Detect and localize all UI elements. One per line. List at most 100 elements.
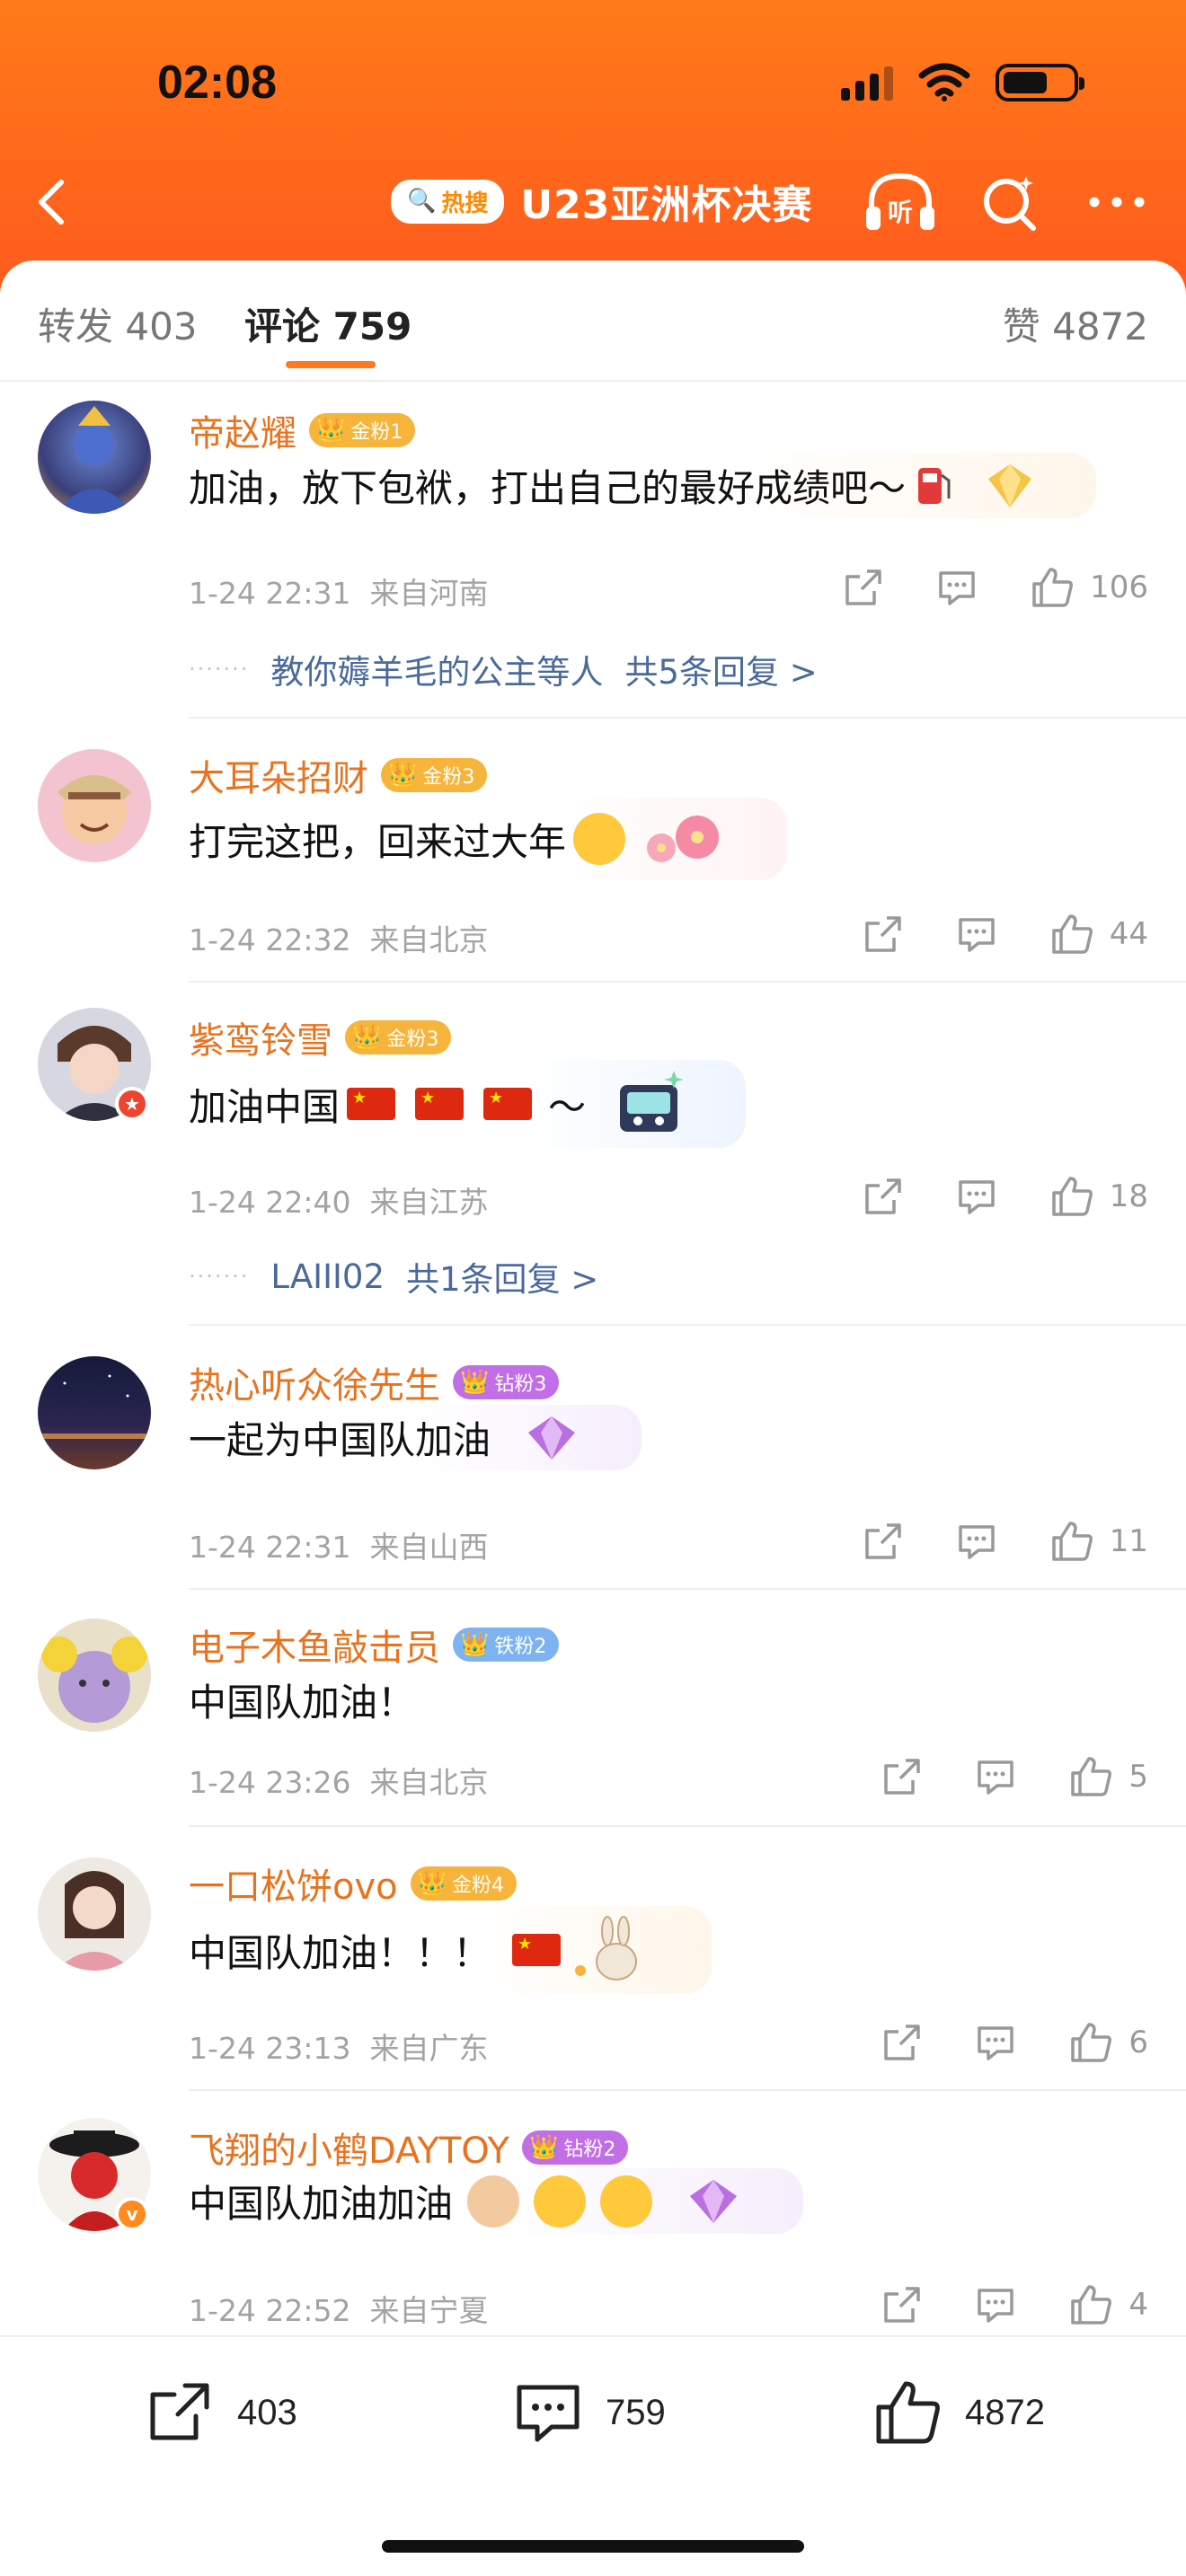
battery-icon [996,64,1084,101]
avatar[interactable] [38,401,151,514]
china-flag-emoji [415,1088,465,1120]
home-indicator [382,2540,804,2553]
repost-button[interactable]: 403 [144,2377,297,2448]
crying-face-emoji [534,2175,587,2228]
like-button[interactable]: 11 [1049,1518,1148,1565]
comment-actions: 6 [881,2019,1148,2066]
reply-icon[interactable] [974,1755,1017,1798]
search-icon[interactable] [978,171,1040,234]
nav-bar: 🔍 热搜 U23亚洲杯决赛 听 [0,162,1186,243]
cassette-decoration [620,1071,685,1132]
cellular-signal-icon [841,65,893,101]
replies-link[interactable]: ······· LAIII02 共1条回复 > [189,1252,598,1301]
reply-icon[interactable] [955,1175,998,1218]
divider [189,717,1186,719]
comment-icon [517,2385,580,2442]
listen-icon[interactable]: 听 [863,169,938,235]
share-icon[interactable] [862,913,905,956]
comment-text: 中国队加油加油 [189,2168,804,2234]
replies-link[interactable]: ······· 教你薅羊毛的公主等人 共5条回复 > [189,645,818,693]
divider [189,1825,1186,1827]
crown-icon: 👑 [388,762,418,789]
reply-icon[interactable] [974,2021,1017,2064]
fan-badge: 👑 金粉4 [410,1866,517,1901]
thumbs-up-icon [1051,1177,1093,1216]
china-flag-emoji [512,1934,562,1966]
username[interactable]: 飞翔的小鹤DAYTOY [189,2122,509,2174]
reply-icon[interactable] [955,1520,998,1563]
like-button[interactable]: 6 [1067,2019,1148,2066]
avatar[interactable] [38,1619,151,1732]
header: 02:08 🔍 热搜 U23亚洲杯决赛 听 [0,0,1186,296]
reply-icon[interactable] [935,566,978,609]
share-icon[interactable] [842,566,885,609]
thumbs-up-icon [876,2381,940,2444]
verified-badge-icon: ★ [115,1087,149,1121]
fan-badge: 👑 铁粉2 [453,1628,560,1662]
fuel-pump-emoji [918,467,951,504]
china-flag-emoji [347,1088,396,1120]
dots-decoration: ······· [189,657,250,682]
purple-gem-decoration [690,2179,738,2223]
tab-repost[interactable]: 转发 403 [38,296,198,351]
share-icon[interactable] [881,2021,924,2064]
share-icon[interactable] [881,1755,924,1798]
thumbs-up-icon [1032,568,1074,607]
bunny-decoration [575,1916,638,1981]
crown-icon: 👑 [528,2134,559,2161]
more-icon[interactable] [1085,189,1148,216]
like-button[interactable]: 44 [1049,911,1148,957]
crown-icon: 👑 [417,1870,447,1897]
like-button[interactable]: 5 [1067,1753,1148,1800]
avatar[interactable] [38,1356,151,1469]
username[interactable]: 一口松饼ovo [189,1857,398,1910]
share-icon[interactable] [862,1520,905,1563]
comment-meta: 1-24 23:26 来自北京 [189,1765,489,1800]
svg-text:听: 听 [888,198,913,227]
china-flag-emoji [483,1088,533,1120]
reply-icon[interactable] [955,913,998,956]
username[interactable]: 帝赵耀 [189,404,296,456]
like-button[interactable]: 18 [1049,1173,1148,1220]
share-icon[interactable] [862,1175,905,1218]
thumbs-up-icon [1071,2285,1112,2325]
reply-icon[interactable] [974,2283,1017,2326]
like-button[interactable]: 4 [1067,2281,1148,2328]
divider [189,1588,1186,1590]
comment-text: 加油，放下包袱，打出自己的最好成绩吧～ [189,453,1097,518]
username[interactable]: 热心听众徐先生 [189,1356,440,1408]
tab-comments[interactable]: 评论 759 [244,296,412,351]
share-icon[interactable] [881,2283,924,2326]
username[interactable]: 电子木鱼敲击员 [189,1619,440,1671]
back-icon[interactable] [27,175,81,229]
like-button[interactable]: 106 [1029,564,1148,611]
like-button[interactable]: 4872 [872,2377,1045,2448]
username[interactable]: 大耳朵招财 [189,749,368,801]
comment-text: 中国队加油！！！ [189,1906,712,1994]
repost-icon [150,2383,209,2440]
comment-meta: 1-24 23:13 来自广东 [189,2031,489,2066]
comment-actions: 4 [881,2281,1148,2328]
title-wrap[interactable]: 🔍 热搜 U23亚洲杯决赛 [391,172,812,230]
fan-badge: 👑 钻粉3 [453,1365,560,1399]
fan-badge: 👑 金粉3 [345,1020,452,1054]
thumbs-up-icon [1051,1522,1093,1561]
username[interactable]: 紫鸾铃雪 [189,1011,332,1063]
tab-bar: 转发 403 评论 759 赞 4872 [0,296,1186,377]
crown-icon: 👑 [460,1369,490,1396]
fan-badge: 👑 金粉3 [381,758,488,792]
avatar[interactable] [38,749,151,862]
tab-likes[interactable]: 赞 4872 [1003,296,1148,351]
comment-actions: 5 [881,1753,1148,1800]
excited-face-emoji [573,813,626,865]
fan-badge: 👑 钻粉2 [521,2130,629,2165]
purple-gem-decoration [528,1416,576,1460]
comment-text: 打完这把，回来过大年 [189,798,788,880]
flower-decoration [647,816,720,862]
thumbs-up-icon [1051,914,1093,954]
avatar[interactable] [38,1857,151,1971]
comment-actions: 18 [862,1173,1148,1220]
comment-meta: 1-24 22:40 来自江苏 [189,1185,489,1220]
comment-button[interactable]: 759 [512,2377,666,2448]
comment-meta: 1-24 22:52 来自宁夏 [189,2293,489,2328]
